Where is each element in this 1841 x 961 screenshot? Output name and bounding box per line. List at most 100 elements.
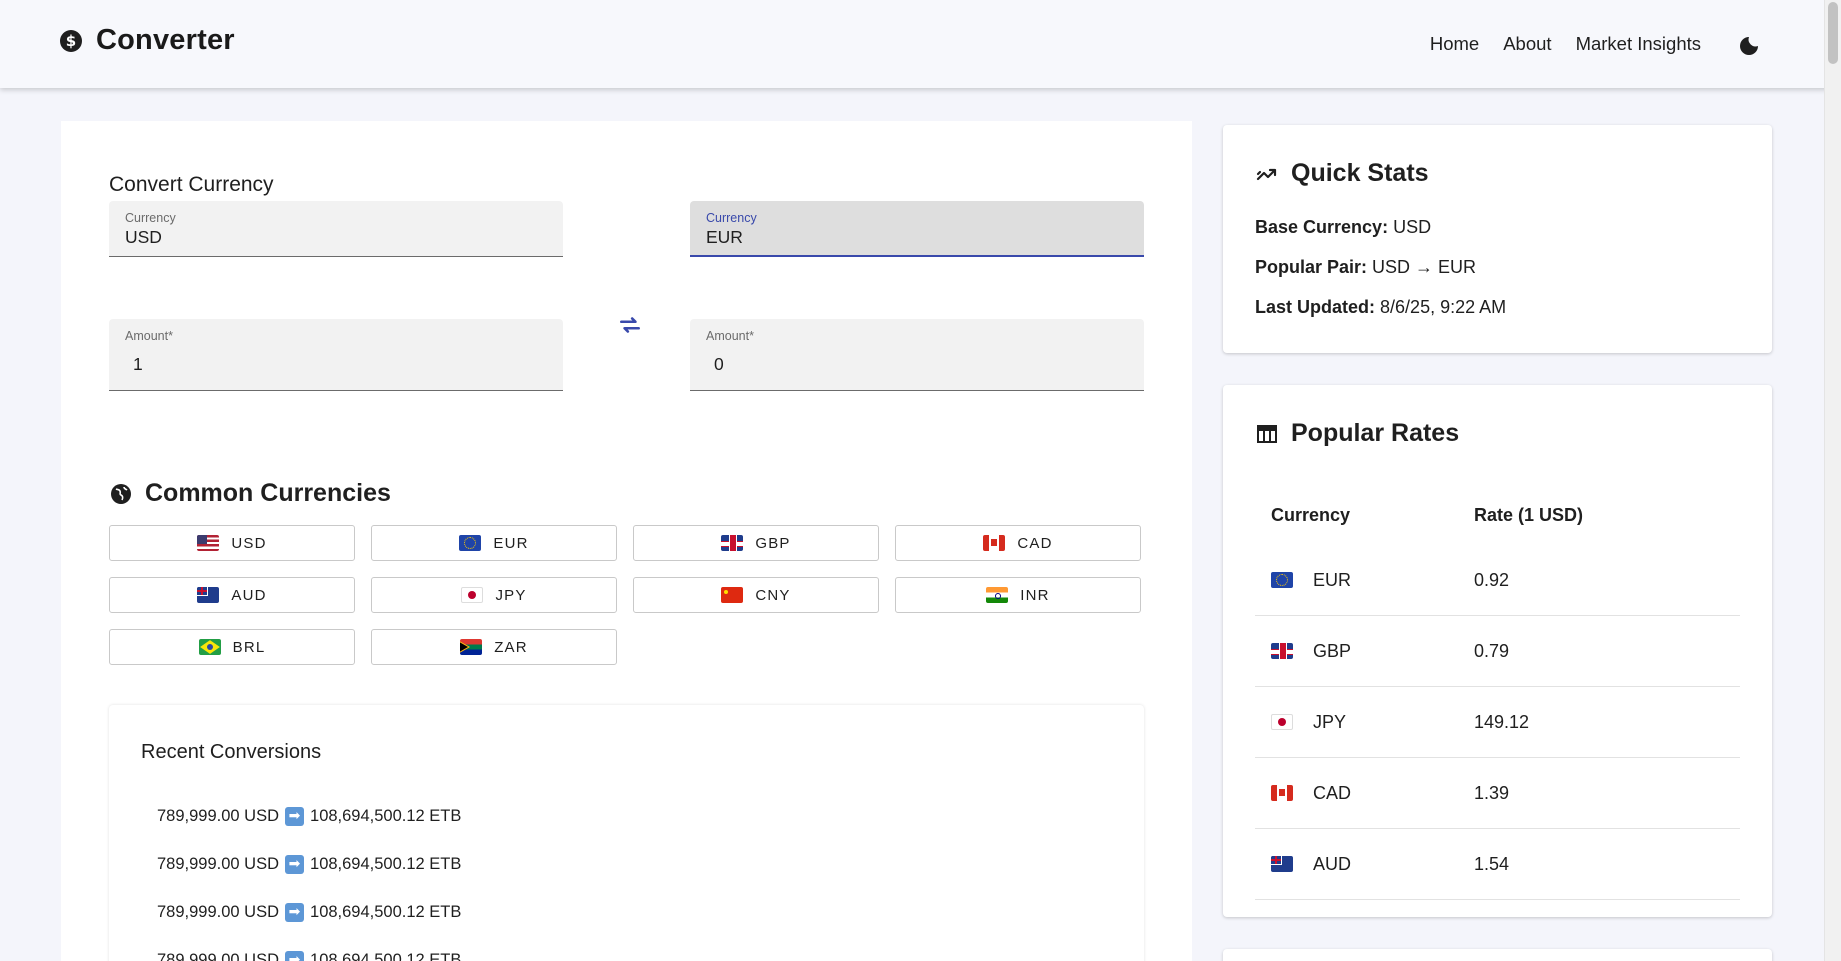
currency-chip-zar[interactable]: ZAR <box>371 629 617 665</box>
rate-cell: 1.54 <box>1474 853 1510 874</box>
currency-cell: JPY <box>1255 712 1474 733</box>
from-currency-select[interactable]: Currency USD <box>109 201 563 257</box>
from-amount-field[interactable]: Amount* 1 <box>109 319 563 391</box>
currency-code: GBP <box>1313 640 1352 661</box>
table-row: JPY 149.12 <box>1255 687 1740 758</box>
currency-code: JPY <box>1313 711 1347 732</box>
app-title: Converter <box>96 24 235 56</box>
in-flag-icon <box>986 587 1009 603</box>
currency-chip-jpy[interactable]: JPY <box>371 577 617 613</box>
currency-chip-brl[interactable]: BRL <box>109 629 355 665</box>
top-nav: Home About Market Insights <box>1430 33 1701 55</box>
brand[interactable]: $ Converter <box>60 24 235 57</box>
from-amount-value[interactable]: 1 <box>133 354 143 375</box>
table-row: GBP 0.79 <box>1255 616 1740 687</box>
popular-pair-stat: Popular Pair: USD → EUR <box>1255 257 1476 278</box>
chip-code: USD <box>231 534 267 552</box>
to-amount-label: Amount* <box>706 329 754 343</box>
conversion-to: 108,694,500.12 ETB <box>310 950 462 961</box>
list-item: 789,999.00 USD ➡ 108,694,500.12 ETB <box>157 888 461 936</box>
stat-value: USD → EUR <box>1372 257 1477 277</box>
ca-flag-icon <box>983 535 1006 551</box>
stat-label: Last Updated: <box>1255 297 1376 317</box>
nav-about-link[interactable]: About <box>1503 33 1551 55</box>
currency-code: CAD <box>1313 782 1352 803</box>
currency-cell: CAD <box>1255 783 1474 804</box>
conversion-from: 789,999.00 USD <box>157 902 280 921</box>
common-currencies-title: Common Currencies <box>145 479 391 507</box>
list-item: 789,999.00 USD ➡ 108,694,500.12 ETB <box>157 936 461 961</box>
au-flag-icon <box>1271 856 1293 872</box>
currency-chip-cad[interactable]: CAD <box>895 525 1141 561</box>
eu-flag-icon <box>1271 572 1293 588</box>
from-amount-label: Amount* <box>125 329 173 343</box>
to-amount-field[interactable]: Amount* 0 <box>690 319 1144 391</box>
stat-value: 8/6/25, 9:22 AM <box>1380 297 1507 317</box>
common-currencies-heading: Common Currencies <box>109 479 391 508</box>
quick-stats-title: Quick Stats <box>1291 159 1429 187</box>
jp-flag-icon <box>1271 714 1293 730</box>
list-item: 789,999.00 USD ➡ 108,694,500.12 ETB <box>157 840 461 888</box>
popular-rates-title: Popular Rates <box>1291 419 1460 447</box>
currency-chip-inr[interactable]: INR <box>895 577 1141 613</box>
currency-chip-cny[interactable]: CNY <box>633 577 879 613</box>
nav-home-link[interactable]: Home <box>1430 33 1479 55</box>
table-row: EUR 0.92 <box>1255 545 1740 616</box>
moon-icon[interactable] <box>1737 34 1761 58</box>
from-currency-value: USD <box>125 227 162 247</box>
conversion-from: 789,999.00 USD <box>157 806 280 825</box>
conversion-from: 789,999.00 USD <box>157 950 280 961</box>
table-row: AUD 1.54 <box>1255 829 1740 900</box>
rate-cell: 1.39 <box>1474 782 1510 803</box>
currency-chip-eur[interactable]: EUR <box>371 525 617 561</box>
conversion-from: 789,999.00 USD <box>157 854 280 873</box>
cn-flag-icon <box>721 587 744 603</box>
right-arrow-icon: ➡ <box>285 950 305 961</box>
currency-cell: GBP <box>1255 641 1474 662</box>
currency-chip-aud[interactable]: AUD <box>109 577 355 613</box>
chip-code: INR <box>1020 586 1050 604</box>
list-item: 789,999.00 USD ➡ 108,694,500.12 ETB <box>157 792 461 840</box>
br-flag-icon <box>198 639 221 655</box>
swap-arrows-icon[interactable] <box>617 312 643 338</box>
common-currencies-grid: USD EUR GBP CAD AUD JPY CNY INR BRL ZAR <box>109 525 1144 665</box>
last-updated-stat: Last Updated: 8/6/25, 9:22 AM <box>1255 297 1506 318</box>
chip-code: JPY <box>495 586 527 604</box>
recent-conversions-title: Recent Conversions <box>141 741 322 763</box>
currency-cell: AUD <box>1255 854 1474 875</box>
table-icon <box>1257 424 1277 443</box>
popular-rates-heading: Popular Rates <box>1255 419 1459 448</box>
next-card <box>1223 949 1772 961</box>
rate-cell: 0.79 <box>1474 640 1510 661</box>
scrollbar-thumb[interactable] <box>1828 2 1838 64</box>
chip-code: GBP <box>755 534 791 552</box>
ca-flag-icon <box>1271 785 1293 801</box>
stat-value: USD <box>1393 217 1432 237</box>
table-row: CAD 1.39 <box>1255 758 1740 829</box>
conversion-to: 108,694,500.12 ETB <box>310 806 462 825</box>
currency-exchange-icon: $ <box>60 29 82 52</box>
converter-card: Convert Currency Currency USD Currency E… <box>61 121 1192 961</box>
currency-chip-usd[interactable]: USD <box>109 525 355 561</box>
rates-table: Currency Rate (1 USD) EUR 0.92 GBP 0.79 … <box>1255 485 1740 900</box>
recent-conversions-list: 789,999.00 USD ➡ 108,694,500.12 ETB 789,99… <box>157 792 461 961</box>
au-flag-icon <box>197 587 220 603</box>
to-currency-label: Currency <box>706 211 757 225</box>
popular-rates-card: Popular Rates Currency Rate (1 USD) EUR … <box>1223 385 1772 917</box>
recent-conversions-card: Recent Conversions 789,999.00 USD ➡ 108,69… <box>109 705 1144 961</box>
currency-chip-gbp[interactable]: GBP <box>633 525 879 561</box>
page-scrollbar[interactable] <box>1824 0 1841 961</box>
to-currency-value: EUR <box>706 227 743 247</box>
gb-flag-icon <box>721 535 744 551</box>
app-bar: $ Converter Home About Market Insights <box>0 0 1841 88</box>
right-arrow-icon: ➡ <box>285 902 305 922</box>
conversion-to: 108,694,500.12 ETB <box>310 854 462 873</box>
globe-icon <box>111 483 131 504</box>
to-currency-select[interactable]: Currency EUR <box>690 201 1144 257</box>
nav-market-insights-link[interactable]: Market Insights <box>1576 33 1701 55</box>
to-amount-value[interactable]: 0 <box>714 354 724 375</box>
rate-cell: 0.92 <box>1474 569 1510 590</box>
rate-cell: 149.12 <box>1474 711 1530 732</box>
gb-flag-icon <box>1271 643 1293 659</box>
currency-code: AUD <box>1313 853 1352 874</box>
